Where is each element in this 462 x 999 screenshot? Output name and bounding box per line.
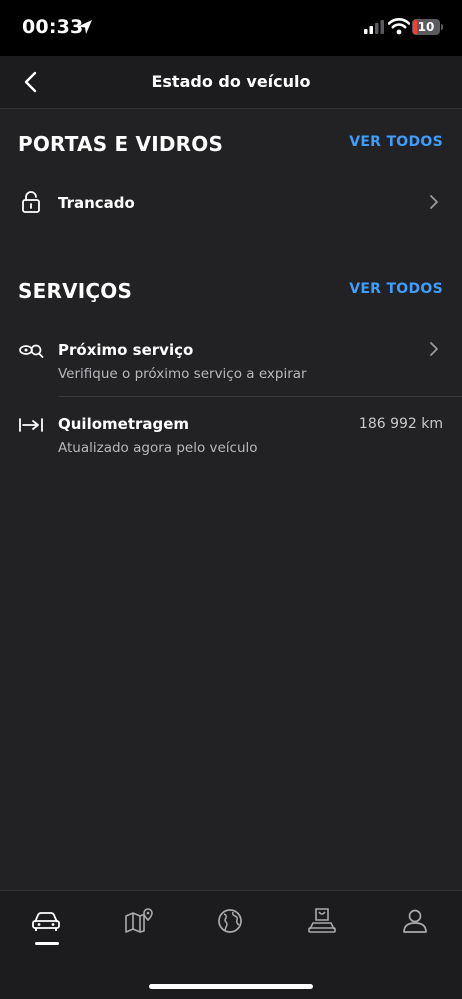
profile-icon (403, 909, 427, 933)
chevron-right-icon (430, 342, 438, 356)
cellular-signal-icon (364, 20, 384, 34)
tab-active-indicator (35, 942, 59, 945)
next-service-subtitle: Verifique o próximo serviço a expirar (58, 366, 307, 382)
battery-cap (441, 24, 443, 30)
tab-vehicle[interactable] (21, 901, 71, 945)
tab-explore[interactable] (205, 901, 255, 945)
mileage-label: Quilometragem (58, 415, 190, 433)
wifi-icon (388, 18, 410, 35)
see-all-doors-button[interactable]: VER TODOS (349, 134, 443, 150)
bottom-tab-bar (0, 890, 462, 999)
globe-icon (218, 909, 242, 933)
battery-icon: 10 (412, 19, 440, 35)
chevron-right-icon (430, 195, 438, 209)
tab-profile[interactable] (390, 901, 440, 945)
padlock-unlocked-icon (22, 191, 40, 213)
car-icon (32, 912, 60, 931)
home-indicator (149, 984, 313, 989)
app-screen: 00:33 10 Estado do veículo PORTAS E VIDR… (0, 0, 462, 999)
vehicle-status-content: PORTAS E VIDROS VER TODOS Trancado SERVI… (0, 109, 462, 890)
mileage-subtitle: Atualizado agora pelo veículo (58, 440, 258, 456)
status-time: 00:33 (22, 16, 84, 38)
row-divider (58, 396, 462, 397)
status-bar: 00:33 10 (0, 0, 462, 56)
see-all-services-button[interactable]: VER TODOS (349, 281, 443, 297)
nav-header: Estado do veículo (0, 56, 462, 109)
odometer-arrow-icon (19, 418, 43, 432)
map-icon (125, 908, 153, 933)
mileage-value: 186 992 km (358, 416, 443, 432)
section-title-doors: PORTAS E VIDROS (18, 132, 224, 156)
page-title: Estado do veículo (151, 72, 311, 91)
service-wrench-icon (19, 344, 44, 358)
location-arrow-icon (78, 20, 92, 34)
section-title-services: SERVIÇOS (18, 279, 133, 303)
shop-icon (308, 908, 336, 933)
tab-shop[interactable] (297, 901, 347, 945)
battery-level: 10 (417, 20, 435, 34)
doors-status-label: Trancado (58, 194, 135, 212)
tab-map[interactable] (114, 901, 164, 945)
next-service-label: Próximo serviço (58, 341, 194, 359)
